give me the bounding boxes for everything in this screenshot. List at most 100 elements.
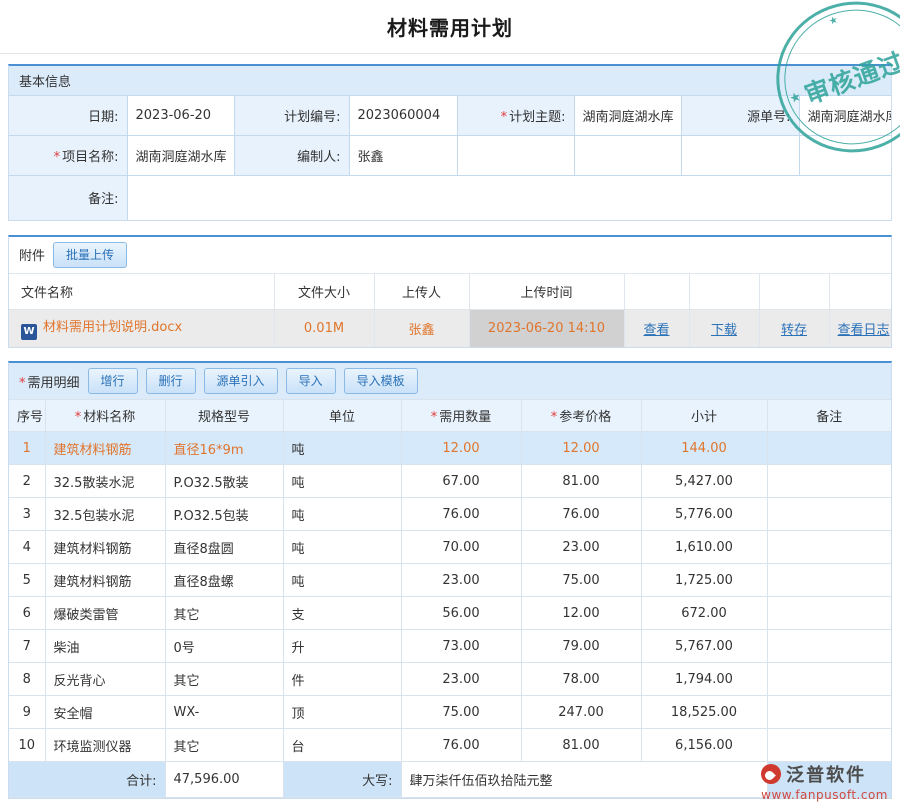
cell-qty[interactable]: 12.00: [401, 432, 521, 465]
add-row-button[interactable]: 增行: [88, 368, 138, 394]
cell-unit[interactable]: 吨: [283, 564, 401, 597]
cell-price[interactable]: 78.00: [521, 663, 641, 696]
cell-qty[interactable]: 76.00: [401, 498, 521, 531]
cell-spec[interactable]: WX-: [165, 696, 283, 729]
col-action: [624, 273, 689, 309]
cell-price[interactable]: 81.00: [521, 465, 641, 498]
view-log-link[interactable]: 查看日志: [838, 323, 890, 338]
cell-seq: 3: [9, 498, 45, 531]
source-import-button[interactable]: 源单引入: [204, 368, 278, 394]
source-field[interactable]: 湖南洞庭湖水库: [799, 96, 891, 136]
cell-spec[interactable]: 直径8盘螺: [165, 564, 283, 597]
cell-remark[interactable]: [767, 630, 891, 663]
cell-unit[interactable]: 吨: [283, 465, 401, 498]
empty-cell: [681, 136, 799, 176]
caps-value: 肆万柒仟伍佰玖拾陆元整: [401, 762, 767, 798]
download-link[interactable]: 下载: [711, 323, 737, 338]
cell-material-name[interactable]: 爆破类雷管: [45, 597, 165, 630]
author-field[interactable]: 张鑫: [349, 136, 457, 176]
cell-remark[interactable]: [767, 597, 891, 630]
cell-qty[interactable]: 73.00: [401, 630, 521, 663]
required-mark: *: [19, 376, 26, 391]
cell-price[interactable]: 76.00: [521, 498, 641, 531]
cell-price[interactable]: 81.00: [521, 729, 641, 762]
delete-row-button[interactable]: 删行: [146, 368, 196, 394]
cell-material-name[interactable]: 建筑材料钢筋: [45, 564, 165, 597]
details-table: 序号 *材料名称 规格型号 单位 *需用数量 *参考价格 小计 备注 1 建筑材…: [9, 399, 891, 798]
cell-qty[interactable]: 76.00: [401, 729, 521, 762]
attachment-file-link[interactable]: 材料需用计划说明.docx: [43, 320, 182, 335]
cell-price[interactable]: 75.00: [521, 564, 641, 597]
cell-material-name[interactable]: 建筑材料钢筋: [45, 531, 165, 564]
transfer-link[interactable]: 转存: [781, 323, 807, 338]
empty-cell: [457, 136, 574, 176]
cell-unit[interactable]: 顶: [283, 696, 401, 729]
vendor-logo: 泛普软件 www.fanpusoft.com: [761, 761, 888, 802]
cell-price[interactable]: 79.00: [521, 630, 641, 663]
project-field[interactable]: 湖南洞庭湖水库: [127, 136, 234, 176]
cell-material-name[interactable]: 32.5包装水泥: [45, 498, 165, 531]
cell-qty[interactable]: 23.00: [401, 663, 521, 696]
cell-remark[interactable]: [767, 531, 891, 564]
import-template-button[interactable]: 导入模板: [344, 368, 418, 394]
cell-unit[interactable]: 吨: [283, 432, 401, 465]
total-label: 合计:: [9, 762, 165, 798]
cell-price[interactable]: 12.00: [521, 597, 641, 630]
col-material-name: *材料名称: [45, 400, 165, 432]
cell-qty[interactable]: 75.00: [401, 696, 521, 729]
cell-material-name[interactable]: 安全帽: [45, 696, 165, 729]
cell-qty[interactable]: 67.00: [401, 465, 521, 498]
cell-price[interactable]: 23.00: [521, 531, 641, 564]
cell-qty[interactable]: 70.00: [401, 531, 521, 564]
cell-spec[interactable]: 其它: [165, 729, 283, 762]
cell-material-name[interactable]: 环境监测仪器: [45, 729, 165, 762]
cell-material-name[interactable]: 32.5散装水泥: [45, 465, 165, 498]
import-button[interactable]: 导入: [286, 368, 336, 394]
basic-info-title: 基本信息: [19, 71, 71, 90]
cell-remark[interactable]: [767, 696, 891, 729]
basic-info-table: 日期: 2023-06-20 计划编号: 2023060004 *计划主题: 湖…: [9, 95, 891, 220]
cell-remark[interactable]: [767, 729, 891, 762]
cell-material-name[interactable]: 反光背心: [45, 663, 165, 696]
cell-remark[interactable]: [767, 432, 891, 465]
cell-unit[interactable]: 升: [283, 630, 401, 663]
cell-spec[interactable]: P.O32.5散装: [165, 465, 283, 498]
remark-field[interactable]: [127, 176, 891, 220]
batch-upload-button[interactable]: 批量上传: [53, 242, 127, 268]
cell-price[interactable]: 247.00: [521, 696, 641, 729]
cell-remark[interactable]: [767, 663, 891, 696]
cell-spec[interactable]: 其它: [165, 597, 283, 630]
cell-subtotal: 6,156.00: [641, 729, 767, 762]
cell-qty[interactable]: 23.00: [401, 564, 521, 597]
author-label: 编制人:: [234, 136, 349, 176]
date-field[interactable]: 2023-06-20: [127, 96, 234, 136]
cell-material-name[interactable]: 建筑材料钢筋: [45, 432, 165, 465]
cell-unit[interactable]: 吨: [283, 531, 401, 564]
cell-remark[interactable]: [767, 465, 891, 498]
cell-spec[interactable]: 直径8盘圆: [165, 531, 283, 564]
cell-qty[interactable]: 56.00: [401, 597, 521, 630]
details-title: *需用明细: [19, 372, 80, 391]
cell-spec[interactable]: P.O32.5包装: [165, 498, 283, 531]
cell-unit[interactable]: 支: [283, 597, 401, 630]
view-link[interactable]: 查看: [643, 323, 669, 338]
cell-spec[interactable]: 0号: [165, 630, 283, 663]
cell-subtotal: 1,610.00: [641, 531, 767, 564]
col-upload-time: 上传时间: [469, 273, 624, 309]
detail-row: 3 32.5包装水泥 P.O32.5包装 吨 76.00 76.00 5,776…: [9, 498, 891, 531]
cell-unit[interactable]: 件: [283, 663, 401, 696]
cell-unit[interactable]: 台: [283, 729, 401, 762]
vendor-brand-name: 泛普软件: [786, 761, 866, 787]
cell-price[interactable]: 12.00: [521, 432, 641, 465]
cell-seq: 2: [9, 465, 45, 498]
cell-remark[interactable]: [767, 564, 891, 597]
cell-spec[interactable]: 直径16*9m: [165, 432, 283, 465]
subject-field[interactable]: 湖南洞庭湖水库: [574, 96, 681, 136]
col-action: [689, 273, 759, 309]
cell-remark[interactable]: [767, 498, 891, 531]
cell-material-name[interactable]: 柴油: [45, 630, 165, 663]
cell-spec[interactable]: 其它: [165, 663, 283, 696]
cell-unit[interactable]: 吨: [283, 498, 401, 531]
cell-seq: 6: [9, 597, 45, 630]
required-mark: *: [431, 410, 438, 425]
